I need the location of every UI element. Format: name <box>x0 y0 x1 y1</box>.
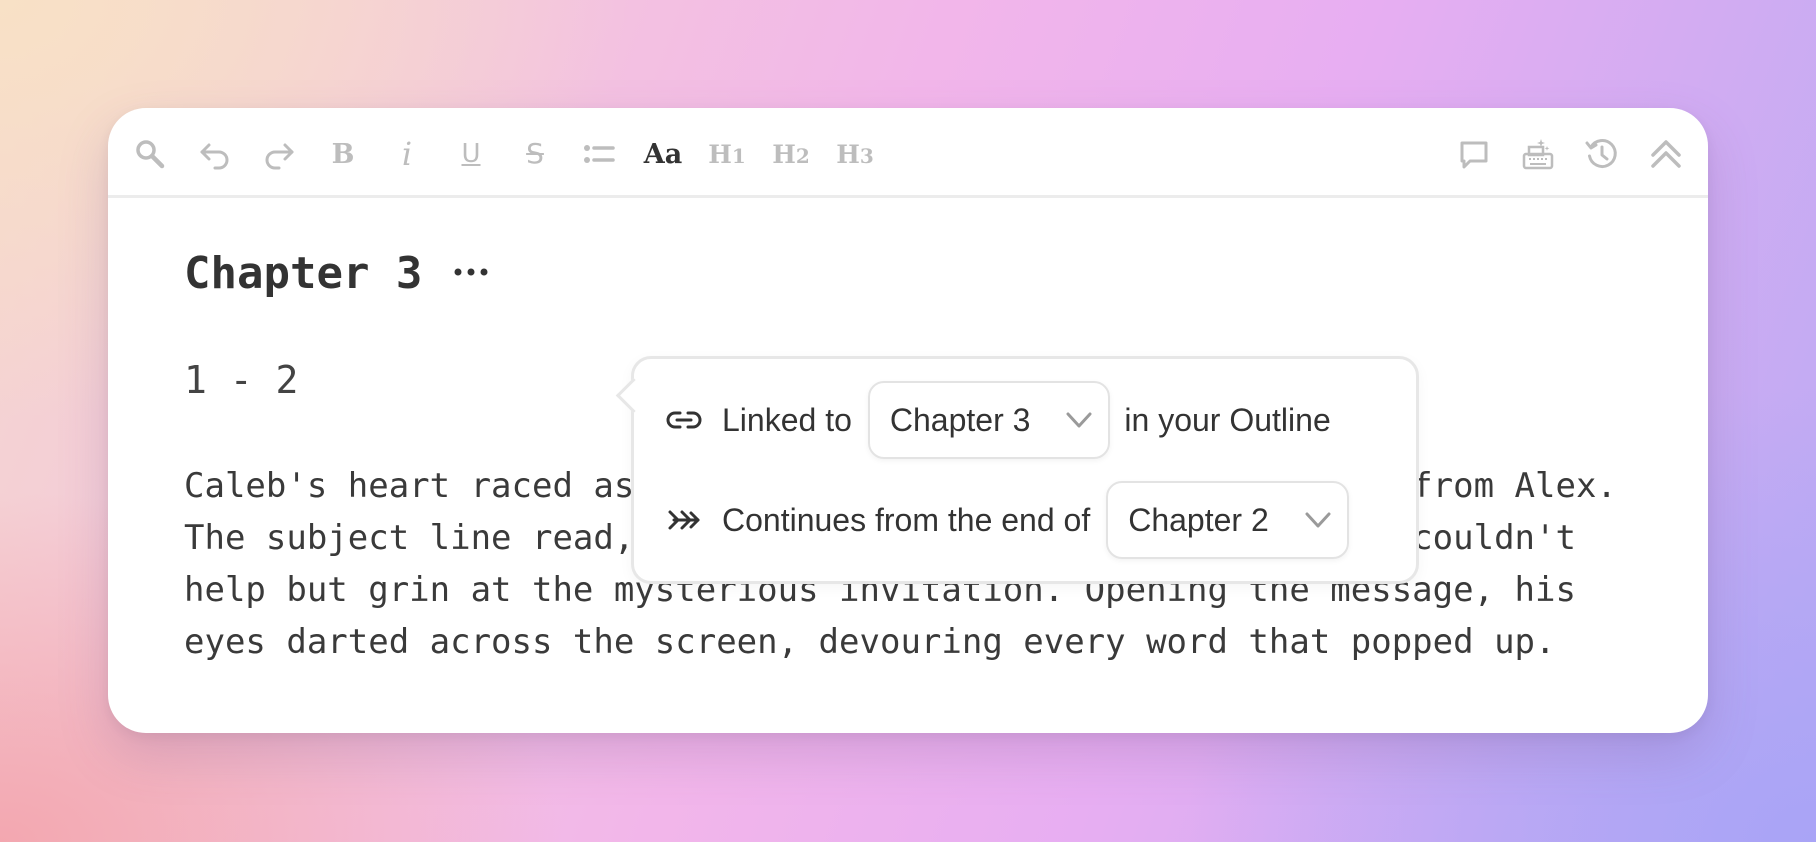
continues-chapter-value: Chapter 2 <box>1128 501 1269 538</box>
italic-label: i <box>401 135 413 173</box>
typewriter-icon[interactable] <box>1518 134 1558 174</box>
linked-chapter-value: Chapter 3 <box>889 401 1031 438</box>
chapter-title[interactable]: Chapter 3 <box>184 248 422 299</box>
italic-button[interactable]: i <box>387 134 427 174</box>
continues-label: Continues from the end of <box>722 501 1091 538</box>
comment-icon[interactable] <box>1454 134 1494 174</box>
underline-button[interactable]: U <box>451 134 491 174</box>
history-icon[interactable] <box>1582 134 1622 174</box>
heading-1-number: 1 <box>731 143 746 168</box>
heading-2-number: 2 <box>795 143 810 168</box>
heading-2-button[interactable]: H2 <box>771 134 811 174</box>
chevron-down-icon <box>1066 412 1092 428</box>
toolbar: B i U S Aa H1 H2 H3 <box>108 108 1708 198</box>
continues-row: Continues from the end of Chapter 2 <box>664 479 1365 561</box>
continues-chapter-select[interactable]: Chapter 2 <box>1106 481 1349 559</box>
redo-icon[interactable] <box>259 134 299 174</box>
heading-2-label: H2 <box>772 142 810 167</box>
more-options-icon[interactable] <box>451 262 491 282</box>
strikethrough-label: S <box>526 137 544 170</box>
heading-3-button[interactable]: H3 <box>835 134 875 174</box>
heading-2-letter: H <box>772 139 796 169</box>
double-arrow-right-icon <box>664 500 704 540</box>
bullet-list-icon[interactable] <box>579 134 619 174</box>
chapter-link-popover: Linked to Chapter 3 in your Outline Cont… <box>631 356 1419 584</box>
search-icon[interactable] <box>130 134 170 174</box>
collapse-icon[interactable] <box>1646 134 1686 174</box>
chevron-down-icon <box>1305 512 1331 528</box>
linked-label: Linked to <box>722 401 852 438</box>
undo-icon[interactable] <box>195 134 235 174</box>
bold-button[interactable]: B <box>323 134 363 174</box>
underline-label: U <box>461 139 481 169</box>
bold-label: B <box>331 138 355 170</box>
editor-window: B i U S Aa H1 H2 H3 Chapter 3 1 - 2 Cale… <box>108 108 1708 733</box>
heading-1-button[interactable]: H1 <box>707 134 747 174</box>
linked-row: Linked to Chapter 3 in your Outline <box>664 379 1331 461</box>
heading-3-number: 3 <box>859 143 874 168</box>
link-icon <box>664 400 704 440</box>
linked-suffix: in your Outline <box>1124 401 1331 438</box>
linked-chapter-select[interactable]: Chapter 3 <box>867 381 1111 459</box>
heading-1-letter: H <box>708 139 732 169</box>
heading-3-letter: H <box>836 139 860 169</box>
font-button[interactable]: Aa <box>643 134 683 174</box>
strikethrough-button[interactable]: S <box>515 134 555 174</box>
heading-3-label: H3 <box>836 142 874 167</box>
chapter-range: 1 - 2 <box>184 358 299 402</box>
font-label: Aa <box>643 138 683 170</box>
heading-1-label: H1 <box>708 142 746 167</box>
